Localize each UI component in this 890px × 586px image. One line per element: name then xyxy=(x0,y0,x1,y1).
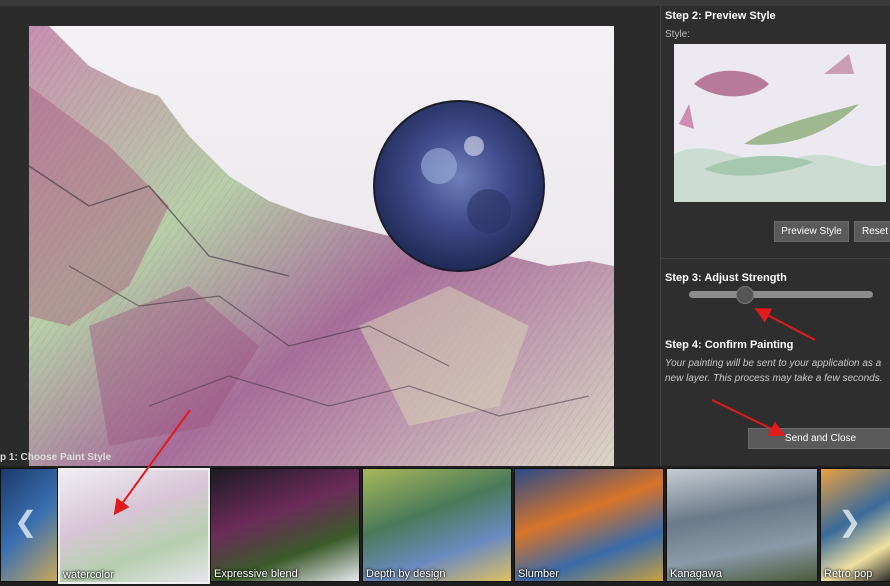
step3-title: Step 3: Adjust Strength xyxy=(665,272,787,284)
style-thumb-depth-by-design[interactable]: Depth by design xyxy=(362,468,512,582)
canvas-area xyxy=(0,6,660,466)
settings-panel: Step 2: Preview Style Style: Preview Sty… xyxy=(660,6,890,466)
style-thumb-kanagawa[interactable]: Kanagawa xyxy=(666,468,818,582)
style-preview-image xyxy=(674,44,886,202)
step1-title: p 1: Choose Paint Style xyxy=(0,452,112,463)
style-label: Slumber xyxy=(518,568,559,580)
style-thumb-expressive-blend[interactable]: Expressive blend xyxy=(210,468,360,582)
chevron-left-icon[interactable]: ❮ xyxy=(14,505,37,538)
strength-slider-thumb[interactable] xyxy=(736,286,755,304)
preview-style-button[interactable]: Preview Style xyxy=(774,221,849,242)
strength-slider-track[interactable] xyxy=(689,291,873,298)
style-thumb-slumber[interactable]: Slumber xyxy=(514,468,664,582)
panel-divider xyxy=(661,258,890,259)
chevron-right-icon[interactable]: ❯ xyxy=(838,505,861,538)
style-thumb-watercolor[interactable]: watercolor xyxy=(58,468,210,584)
step4-title: Step 4: Confirm Painting xyxy=(665,339,794,351)
reset-button[interactable]: Reset xyxy=(854,221,890,242)
step2-title: Step 2: Preview Style xyxy=(665,10,776,22)
step4-description: Your painting will be sent to your appli… xyxy=(665,358,883,384)
style-label: Retro pop xyxy=(824,568,873,580)
style-label: Kanagawa xyxy=(670,568,722,580)
style-label: Depth by design xyxy=(366,568,446,580)
send-and-close-button[interactable]: Send and Close xyxy=(748,428,890,449)
painted-image xyxy=(29,26,614,466)
style-label: Expressive blend xyxy=(214,568,298,580)
style-label: watercolor xyxy=(63,569,114,581)
style-label: Style: xyxy=(665,29,691,40)
